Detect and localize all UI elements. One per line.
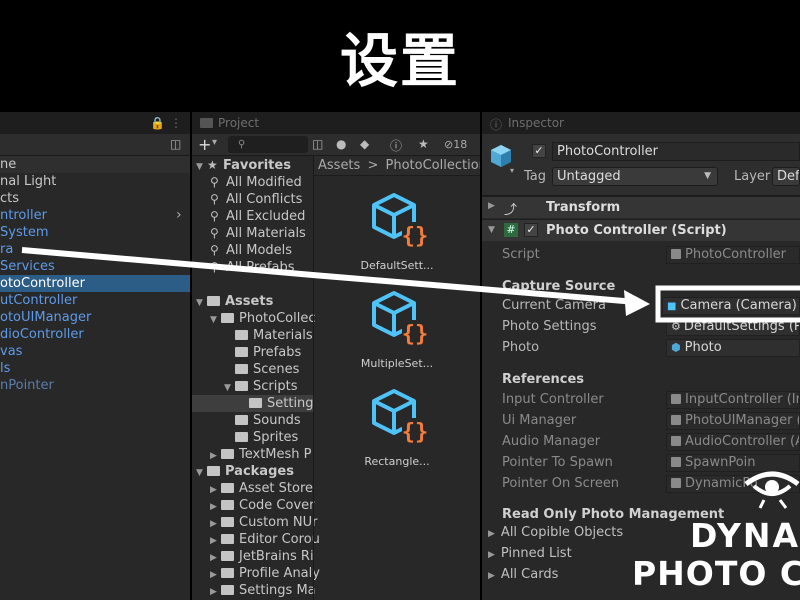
annotation-overlay	[21, 247, 800, 323]
annotation-arrow	[21, 247, 637, 305]
screen: { "title": "设置", "hierarchy": { "items":…	[0, 0, 800, 600]
annotation-arrowhead	[624, 290, 650, 316]
highlight-box	[655, 285, 800, 323]
